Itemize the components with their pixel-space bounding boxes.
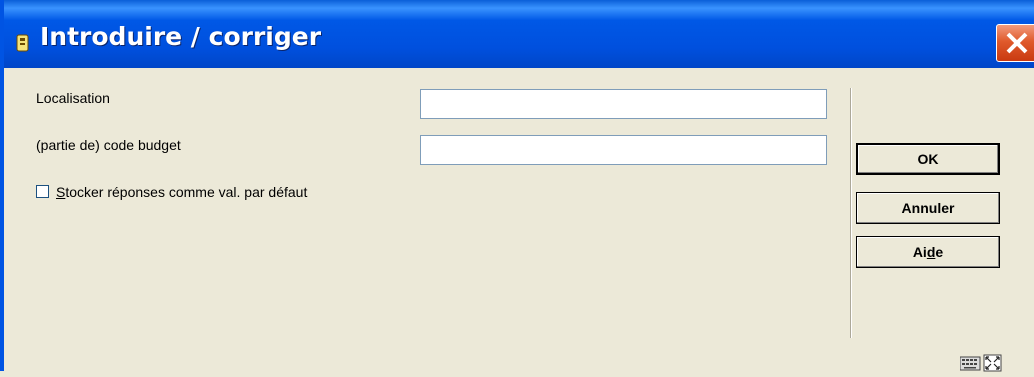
vertical-divider [850, 88, 852, 338]
budget-code-label: (partie de) code budget [36, 137, 181, 153]
close-button[interactable] [996, 24, 1034, 62]
status-icons [959, 354, 1020, 377]
localisation-input[interactable] [420, 89, 827, 119]
ok-button[interactable]: OK [856, 143, 1000, 175]
dialog-body: Localisation (partie de) code budget Sto… [4, 68, 1034, 372]
store-defaults-text: tocker réponses comme val. par défaut [65, 184, 308, 200]
help-label-end: e [935, 244, 944, 260]
help-button[interactable]: Aide [856, 236, 1000, 268]
store-defaults-checkbox[interactable] [36, 185, 49, 198]
keyboard-icon[interactable] [959, 356, 981, 371]
help-label-start: Ai [912, 244, 927, 260]
store-defaults-label[interactable]: Stocker réponses comme val. par défaut [56, 184, 307, 200]
close-icon [1006, 32, 1028, 54]
dialog-window: Introduire / corriger Localisation (part… [0, 0, 1034, 372]
maximize-icon[interactable] [983, 354, 1002, 372]
cancel-button[interactable]: Annuler [856, 192, 1000, 224]
app-icon [14, 33, 31, 53]
title-bar[interactable]: Introduire / corriger [4, 0, 1034, 68]
window-title: Introduire / corriger [40, 22, 322, 51]
budget-code-input[interactable] [420, 135, 827, 165]
store-defaults-mnemonic: S [56, 184, 66, 200]
localisation-label: Localisation [36, 90, 110, 106]
